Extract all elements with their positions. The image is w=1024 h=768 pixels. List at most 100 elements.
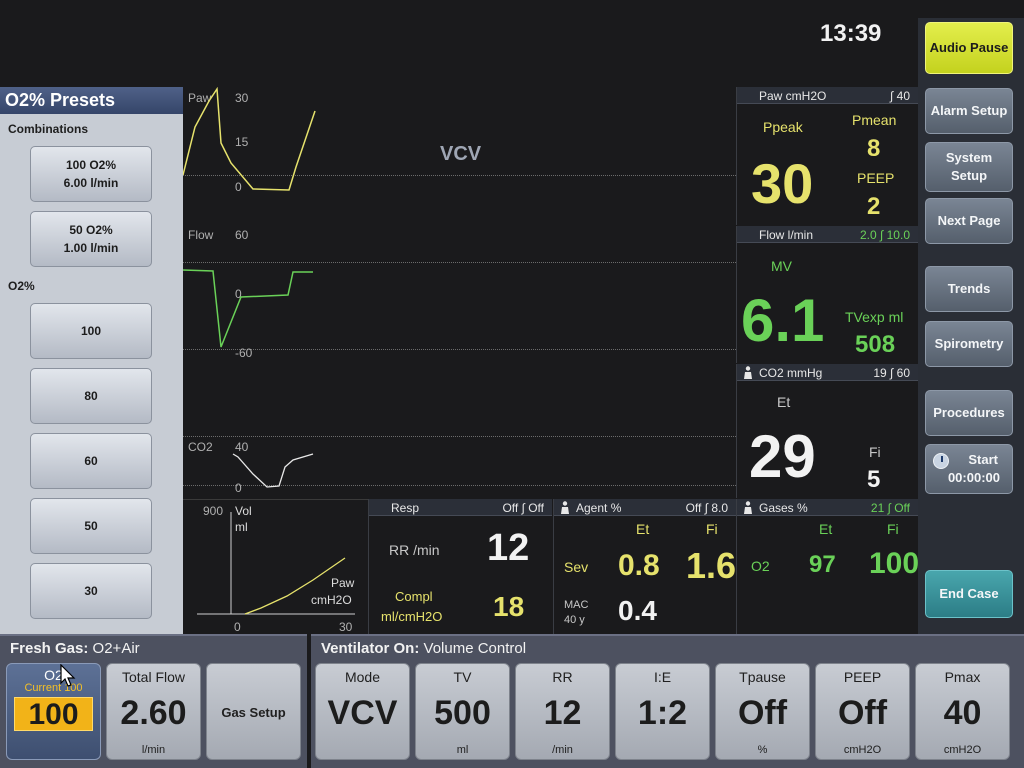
pmean-label: Pmean bbox=[852, 112, 897, 128]
procedures-button[interactable]: Procedures bbox=[925, 390, 1013, 436]
end-case-button[interactable]: End Case bbox=[925, 570, 1013, 618]
preset-o2-50[interactable]: 50 bbox=[30, 498, 152, 554]
co2-et-label: Et bbox=[777, 394, 791, 410]
flow-panel-title: Flow l/min bbox=[759, 228, 814, 242]
combinations-label: Combinations bbox=[8, 122, 88, 136]
trends-button[interactable]: Trends bbox=[925, 266, 1013, 312]
o2-current: Current 100 bbox=[24, 682, 83, 694]
gas-setup-button[interactable]: Gas Setup bbox=[206, 663, 301, 760]
ie-ratio-knob[interactable]: I:E 1:2 bbox=[615, 663, 710, 760]
person-icon bbox=[744, 501, 752, 514]
flow-waveform bbox=[183, 269, 313, 348]
agent-panel: Agent % Off ∫ 8.0 Et Fi Sev 0.8 1.6 MAC … bbox=[553, 499, 736, 634]
knob-unit: cmH2O bbox=[843, 744, 882, 756]
tpause-knob[interactable]: Tpause Off % bbox=[715, 663, 810, 760]
gases-et-label: Et bbox=[819, 521, 833, 537]
person-icon bbox=[744, 366, 752, 379]
agent-panel-title: Agent % bbox=[576, 501, 622, 515]
pmax-knob[interactable]: Pmax 40 cmH2O bbox=[915, 663, 1010, 760]
preset-o2-60[interactable]: 60 bbox=[30, 433, 152, 489]
knob-label: PEEP bbox=[843, 669, 882, 685]
total-flow-label: Total Flow bbox=[121, 669, 186, 685]
mode-knob[interactable]: Mode VCV bbox=[315, 663, 410, 760]
knob-value: 40 bbox=[943, 694, 982, 732]
flow-panel: Flow l/min 2.0 ∫ 10.0 MV 6.1 TVexp ml 50… bbox=[736, 226, 918, 363]
knob-value: 1:2 bbox=[637, 694, 688, 732]
agent-fi-value: 1.6 bbox=[686, 545, 737, 586]
panel-header: Flow l/min 2.0 ∫ 10.0 bbox=[737, 226, 918, 243]
fresh-gas-subtitle: O2+Air bbox=[92, 640, 140, 657]
alarm-setup-button[interactable]: Alarm Setup bbox=[925, 88, 1013, 134]
tvexp-label: TVexp ml bbox=[845, 309, 904, 325]
co2-fi-label: Fi bbox=[869, 444, 881, 460]
knob-value: Off bbox=[737, 694, 788, 732]
timer-value: 00:00:00 bbox=[947, 470, 1000, 485]
preset-combo-line1: 100 O2% bbox=[65, 158, 117, 172]
clock: 13:39 bbox=[820, 20, 882, 47]
person-icon bbox=[561, 501, 569, 514]
co2-panel: CO2 mmHg 19 ∫ 60 Et 29 Fi 5 bbox=[736, 364, 918, 498]
ventilator-title: Ventilator On: bbox=[321, 640, 420, 657]
knob-unit: cmH2O bbox=[943, 744, 982, 756]
clock-icon bbox=[933, 453, 949, 469]
panel-header: Agent % Off ∫ 8.0 bbox=[554, 499, 736, 516]
system-setup-label-1: System bbox=[945, 150, 993, 165]
preset-o2-80[interactable]: 80 bbox=[30, 368, 152, 424]
mouse-cursor-icon bbox=[60, 664, 76, 687]
gas-fi-value: 100 bbox=[869, 547, 920, 580]
tv-knob[interactable]: TV 500 ml bbox=[415, 663, 510, 760]
panel-header: Resp Off ∫ Off bbox=[369, 499, 552, 516]
presets-title: O2% Presets bbox=[0, 87, 183, 114]
knob-label: Tpause bbox=[739, 669, 786, 685]
gases-panel-limits: 21 ∫ Off bbox=[870, 501, 910, 515]
agent-name: Sev bbox=[564, 559, 589, 575]
compl-label: Compl bbox=[395, 589, 433, 604]
peep-value: 2 bbox=[867, 193, 881, 220]
start-label: Start bbox=[968, 452, 998, 467]
knob-label: TV bbox=[453, 669, 472, 685]
panel-header: Paw cmH2O ∫ 40 bbox=[737, 87, 918, 104]
ppeak-value: 30 bbox=[751, 152, 814, 215]
preset-combo-100[interactable]: 100 O2% 6.00 l/min bbox=[30, 146, 152, 202]
knob-value: 500 bbox=[434, 694, 491, 732]
rr-label: RR /min bbox=[389, 542, 440, 558]
knob-unit: % bbox=[757, 744, 768, 756]
right-button-column: Audio Pause Alarm Setup System Setup Nex… bbox=[918, 18, 1024, 634]
system-setup-button[interactable]: System Setup bbox=[925, 142, 1013, 192]
waveform-area: Paw 30 15 0 VCV Flow 60 0 -60 CO2 40 0 bbox=[183, 87, 736, 499]
audio-pause-button[interactable]: Audio Pause bbox=[925, 22, 1013, 74]
preset-o2-100[interactable]: 100 bbox=[30, 303, 152, 359]
resp-panel-limits: Off ∫ Off bbox=[502, 501, 544, 515]
agent-et-label: Et bbox=[636, 521, 650, 537]
preset-combo-line2: 1.00 l/min bbox=[63, 241, 119, 255]
preset-o2-30[interactable]: 30 bbox=[30, 563, 152, 619]
preset-combo-50[interactable]: 50 O2% 1.00 l/min bbox=[30, 211, 152, 267]
rr-knob[interactable]: RR 12 /min bbox=[515, 663, 610, 760]
co2-fi-value: 5 bbox=[867, 466, 881, 493]
spirometry-button[interactable]: Spirometry bbox=[925, 321, 1013, 367]
knob-label: Mode bbox=[344, 669, 381, 685]
agent-panel-limits: Off ∫ 8.0 bbox=[685, 501, 728, 515]
gases-panel-title: Gases % bbox=[759, 501, 808, 515]
knob-value: 12 bbox=[543, 694, 582, 732]
peep-knob[interactable]: PEEP Off cmH2O bbox=[815, 663, 910, 760]
o2-percent-label: O2% bbox=[8, 279, 35, 293]
o2-knob[interactable]: O2 Current 100 100 bbox=[6, 663, 101, 760]
total-flow-unit: l/min bbox=[141, 744, 166, 756]
mv-value: 6.1 bbox=[741, 287, 825, 354]
gas-et-value: 97 bbox=[809, 551, 836, 578]
system-setup-label-2: Setup bbox=[950, 168, 988, 183]
ventilator-subtitle: Volume Control bbox=[423, 640, 527, 657]
agent-fi-label: Fi bbox=[706, 521, 718, 537]
total-flow-knob[interactable]: Total Flow 2.60 l/min bbox=[106, 663, 201, 760]
next-page-button[interactable]: Next Page bbox=[925, 198, 1013, 244]
knob-value: Off bbox=[837, 694, 888, 732]
co2-panel-title: CO2 mmHg bbox=[759, 366, 823, 380]
panel-header: Gases % 21 ∫ Off bbox=[737, 499, 918, 516]
knob-unit: /min bbox=[552, 744, 573, 756]
start-timer-button[interactable]: Start 00:00:00 bbox=[925, 444, 1013, 494]
paw-panel-title: Paw cmH2O bbox=[759, 89, 827, 103]
loop-trace bbox=[244, 557, 346, 615]
co2-et-value: 29 bbox=[749, 423, 816, 490]
compl-unit: ml/cmH2O bbox=[381, 609, 443, 624]
